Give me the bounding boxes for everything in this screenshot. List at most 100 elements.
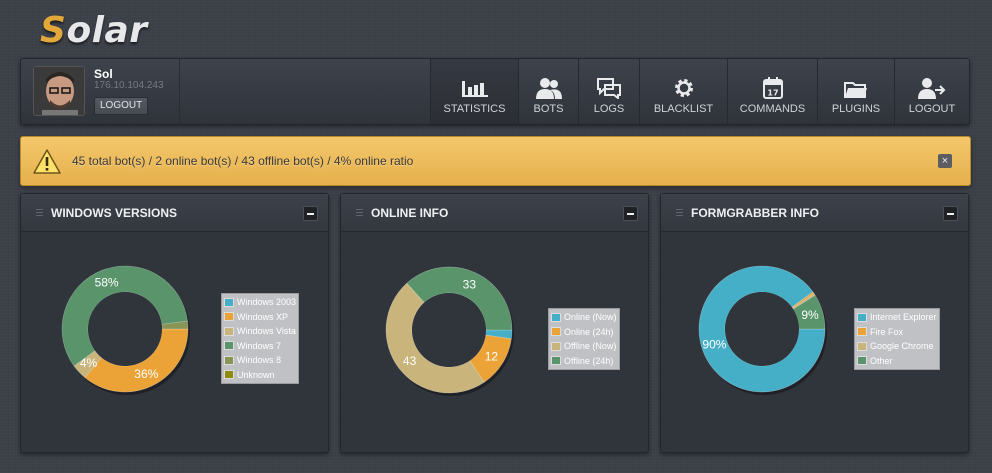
donut-hole	[725, 292, 799, 366]
nav-logout[interactable]: LOGOUT	[894, 59, 969, 124]
legend-item: Windows XP	[224, 310, 296, 325]
panel-header: WINDOWS VERSIONS	[21, 194, 328, 232]
user-logout-icon	[918, 78, 946, 99]
warning-icon	[33, 149, 61, 174]
panel-formgrabber-info: FORMGRABBER INFO 90% 9% Internet Explorer…	[660, 193, 969, 453]
panel-title: FORMGRABBER INFO	[691, 206, 819, 220]
chart-legend: Internet Explorer Fire Fox Google Chrome Ot…	[854, 308, 940, 370]
legend-swatch	[857, 356, 867, 366]
legend-swatch	[551, 312, 561, 322]
user-ip: 176.10.104.243	[94, 80, 164, 91]
legend-label: Windows 7	[237, 340, 282, 351]
legend-swatch	[857, 341, 867, 351]
avatar	[33, 66, 85, 116]
nav-label: LOGOUT	[908, 103, 956, 115]
drag-handle-icon[interactable]	[676, 209, 683, 216]
collapse-button[interactable]	[623, 206, 638, 221]
main-nav: STATISTICS BOTS LOGS BLACKLIST 17 COMMAN…	[430, 59, 969, 124]
legend-item: Internet Explorer	[857, 310, 937, 325]
top-bar: Sol 176.10.104.243 LOGOUT STATISTICS BOT…	[20, 58, 970, 125]
user-profile: Sol 176.10.104.243 LOGOUT	[21, 59, 180, 124]
nav-label: BLACKLIST	[653, 103, 714, 115]
legend-label: Fire Fox	[870, 326, 904, 337]
legend-swatch	[857, 327, 867, 337]
legend-item: Windows Vista	[224, 324, 296, 339]
legend-swatch	[551, 341, 561, 351]
nav-label: COMMANDS	[739, 103, 806, 115]
slice-label: 33	[463, 277, 477, 291]
legend-label: Unknown	[237, 369, 275, 380]
nav-commands[interactable]: 17 COMMANDS	[727, 59, 817, 124]
nav-blacklist[interactable]: BLACKLIST	[639, 59, 727, 124]
legend-label: Internet Explorer	[870, 312, 937, 323]
username: Sol	[94, 67, 113, 81]
legend-item: Windows 7	[224, 339, 296, 354]
slice-label: 36%	[134, 367, 158, 381]
legend-item: Online (24h)	[551, 325, 617, 340]
nav-logs[interactable]: LOGS	[578, 59, 639, 124]
legend-label: Offline (Now)	[564, 341, 617, 352]
legend-item: Unknown	[224, 368, 296, 383]
legend-label: Online (24h)	[564, 326, 614, 337]
legend-item: Other	[857, 354, 937, 369]
legend-swatch	[857, 312, 867, 322]
legend-label: Other	[870, 355, 893, 366]
users-icon	[535, 78, 562, 99]
legend-swatch	[551, 327, 561, 337]
panel-title: WINDOWS VERSIONS	[51, 206, 178, 220]
legend-label: Windows 2003	[237, 297, 297, 308]
slice-label: 9%	[801, 308, 819, 322]
nav-label: STATISTICS	[443, 103, 506, 115]
chart-legend: Windows 2003 Windows XP Windows Vista Windo…	[221, 293, 300, 384]
legend-swatch	[224, 355, 234, 365]
legend-item: Windows 2003	[224, 295, 296, 310]
folder-icon	[844, 82, 867, 98]
slice-label: 12	[485, 349, 499, 363]
nav-plugins[interactable]: PLUGINS	[817, 59, 894, 124]
nav-statistics[interactable]: STATISTICS	[430, 59, 518, 124]
legend-item: Offline (24h)	[551, 354, 617, 369]
nav-label: LOGS	[593, 103, 625, 115]
slice-label: 90%	[702, 337, 726, 351]
legend-swatch	[551, 356, 561, 366]
legend-label: Windows Vista	[237, 326, 296, 337]
gear-icon	[674, 79, 693, 97]
panel-online-info: ONLINE INFO 12 43 33 Online (Now) Online (2…	[340, 193, 649, 453]
legend-swatch	[224, 341, 234, 351]
legend-item: Online (Now)	[551, 310, 617, 325]
panel-header: ONLINE INFO	[341, 194, 648, 232]
legend-item: Windows 8	[224, 353, 296, 368]
panel-title: ONLINE INFO	[371, 206, 449, 220]
donut-hole	[88, 292, 162, 366]
legend-label: Online (Now)	[564, 312, 617, 323]
alert-message: 45 total bot(s) / 2 online bot(s) / 43 o…	[72, 154, 414, 168]
drag-handle-icon[interactable]	[356, 209, 363, 216]
legend-label: Windows 8	[237, 355, 282, 366]
panel-windows-versions: WINDOWS VERSIONS 36% 4% 58% Windows 2003 Wi…	[20, 193, 329, 453]
profile-logout-button[interactable]: LOGOUT	[94, 97, 149, 115]
close-icon[interactable]: ×	[938, 154, 952, 168]
bar-chart-icon	[461, 81, 488, 97]
status-alert: 45 total bot(s) / 2 online bot(s) / 43 o…	[20, 136, 971, 186]
legend-label: Offline (24h)	[564, 355, 614, 366]
chat-bubbles-icon	[597, 78, 621, 99]
nav-bots[interactable]: BOTS	[518, 59, 578, 124]
legend-swatch	[224, 297, 234, 307]
legend-swatch	[224, 312, 234, 322]
legend-label: Windows XP	[237, 311, 289, 322]
nav-label: BOTS	[533, 103, 564, 115]
legend-item: Fire Fox	[857, 325, 937, 340]
legend-label: Google Chrome	[870, 341, 934, 352]
slice-label: 58%	[95, 276, 119, 290]
legend-item: Google Chrome	[857, 339, 937, 354]
legend-swatch	[224, 370, 234, 380]
donut-hole	[412, 293, 486, 367]
collapse-button[interactable]	[303, 206, 318, 221]
calendar-icon: 17	[762, 77, 783, 99]
collapse-button[interactable]	[943, 206, 958, 221]
legend-swatch	[224, 326, 234, 336]
panel-header: FORMGRABBER INFO	[661, 194, 968, 232]
app-logo: Solar	[40, 10, 148, 51]
slice-label: 43	[403, 354, 417, 368]
drag-handle-icon[interactable]	[36, 209, 43, 216]
